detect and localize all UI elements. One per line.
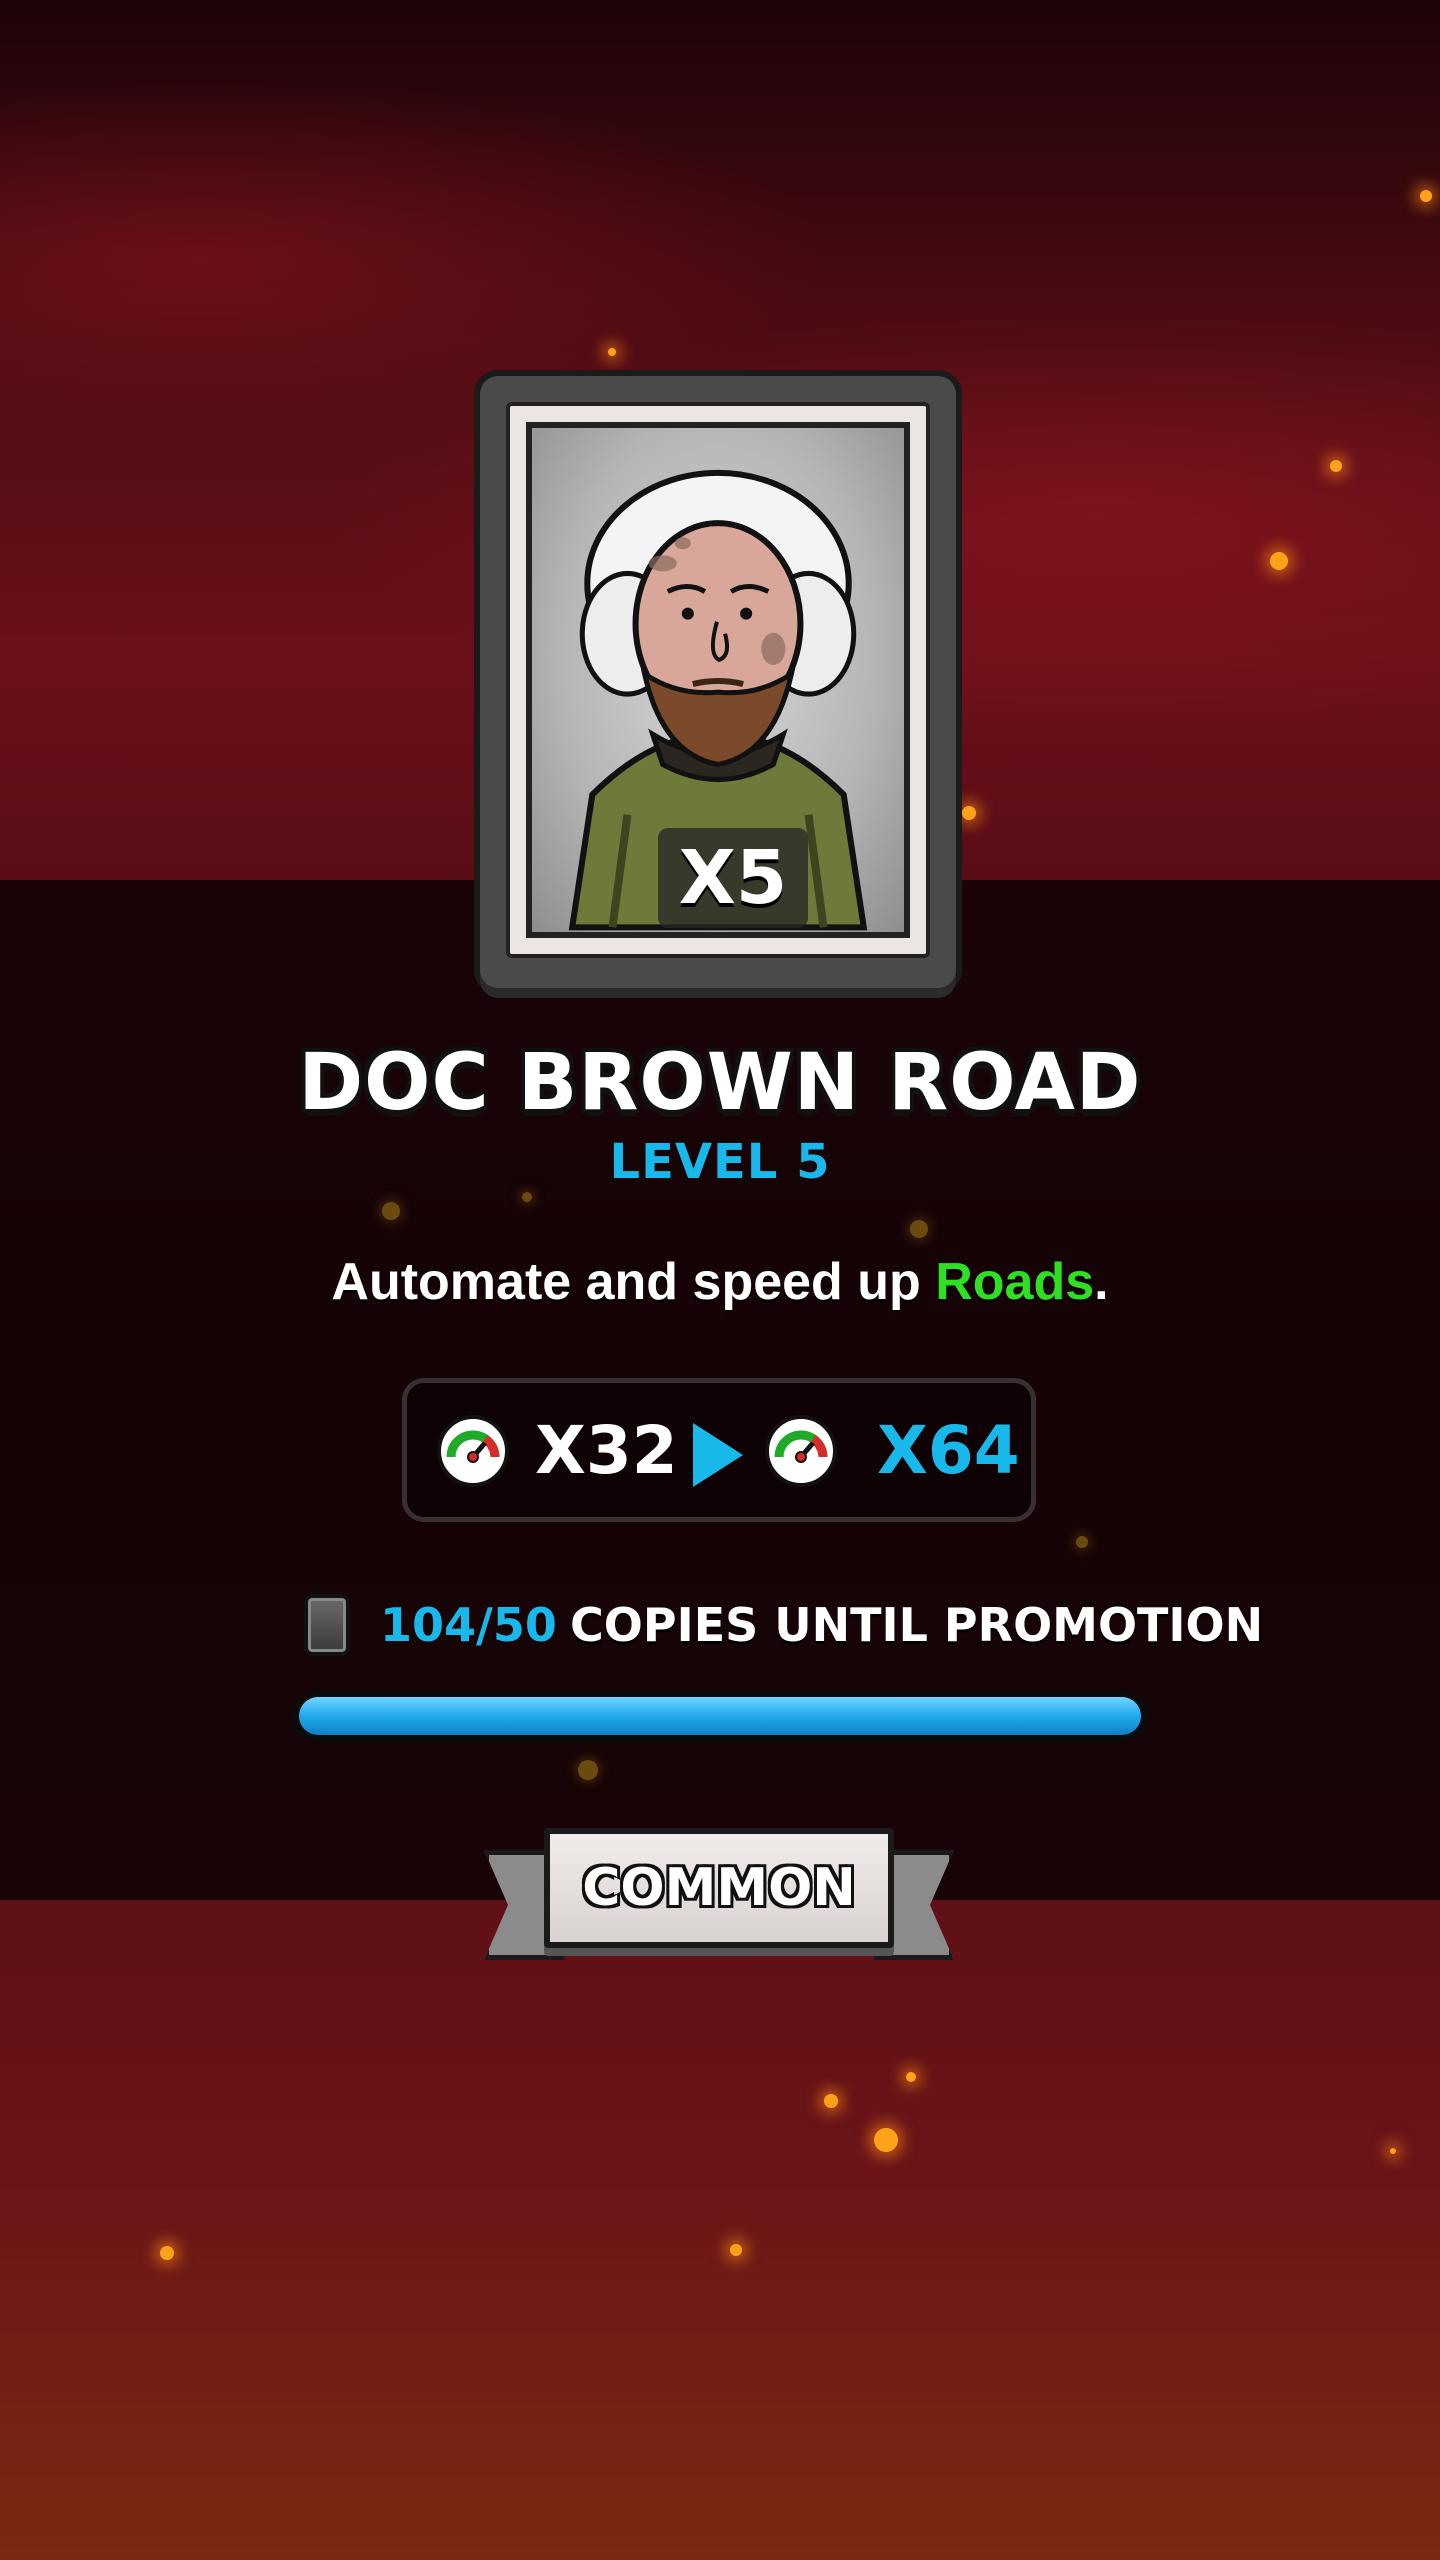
promotion-progress-row: 104/50 COPIES UNTIL PROMOTION — [0, 1594, 1440, 1674]
rarity-banner: COMMON — [484, 1820, 954, 1980]
progress-fill — [299, 1697, 1141, 1735]
description-suffix: . — [1094, 1253, 1109, 1311]
ember — [160, 2246, 174, 2260]
banner-ribbon: COMMON — [544, 1828, 894, 1948]
ember — [730, 2244, 742, 2256]
description-text: Automate and speed up — [331, 1253, 936, 1311]
ember — [906, 2072, 916, 2082]
background-bottom — [0, 1900, 1440, 2560]
promotion-progress-bar — [292, 1690, 1148, 1742]
ember — [962, 806, 976, 820]
ember — [578, 1760, 598, 1780]
character-card[interactable]: X5 — [480, 376, 956, 988]
next-speed: X64 — [877, 1412, 1020, 1489]
arrow-right-icon — [693, 1423, 743, 1487]
ember — [382, 1202, 400, 1220]
copies-multiplier-badge: X5 — [658, 828, 808, 928]
ember — [1420, 190, 1432, 202]
speedometer-icon — [437, 1415, 509, 1487]
ember — [522, 1192, 532, 1202]
description-highlight: Roads — [935, 1253, 1095, 1311]
ember — [1076, 1536, 1088, 1548]
card-title: DOC BROWN ROAD — [298, 1038, 1142, 1128]
card-description: Automate and speed up Roads. — [0, 1252, 1440, 1312]
ember — [1270, 552, 1288, 570]
ember — [1330, 460, 1342, 472]
ember — [1390, 2148, 1396, 2154]
ember — [608, 348, 616, 356]
rarity-label: COMMON — [582, 1858, 856, 1918]
speed-upgrade-panel: X32 X64 — [402, 1378, 1036, 1522]
character-portrait: X5 — [526, 422, 910, 938]
copies-count: 104/50 — [380, 1598, 557, 1652]
card-frame: X5 — [506, 402, 930, 958]
speedometer-icon — [765, 1415, 837, 1487]
ember — [824, 2094, 838, 2108]
current-speed: X32 — [535, 1412, 678, 1489]
ember — [874, 2128, 898, 2152]
ember — [910, 1220, 928, 1238]
copies-label: COPIES UNTIL PROMOTION — [570, 1598, 1264, 1652]
card-level: LEVEL 5 — [609, 1134, 831, 1190]
card-copy-icon — [304, 1594, 350, 1656]
